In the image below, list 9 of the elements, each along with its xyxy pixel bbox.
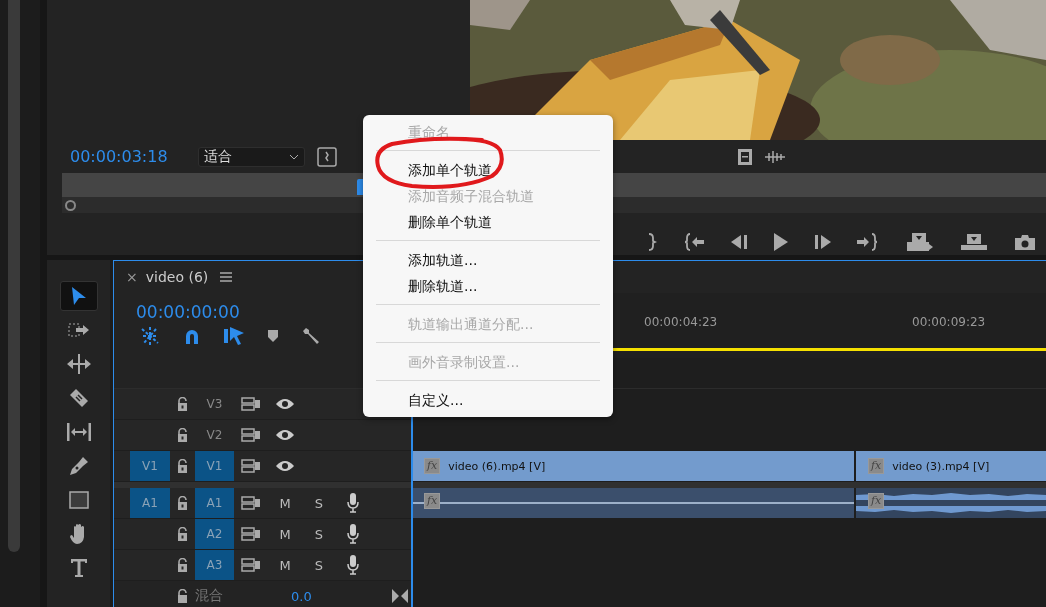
fx-badge: fx <box>868 458 885 474</box>
fx-badge: fx <box>868 493 885 509</box>
clip-name: video (6).mp4 [V] <box>448 459 546 473</box>
ruler-timecode: 00:00:04:23 <box>644 315 718 329</box>
clip-name: video (3).mp4 [V] <box>892 459 990 473</box>
ruler-timecode: 00:00:09:23 <box>912 315 986 329</box>
track-label: 混合 <box>195 587 223 605</box>
fx-badge: fx <box>424 493 441 509</box>
fx-badge: fx <box>424 458 441 474</box>
